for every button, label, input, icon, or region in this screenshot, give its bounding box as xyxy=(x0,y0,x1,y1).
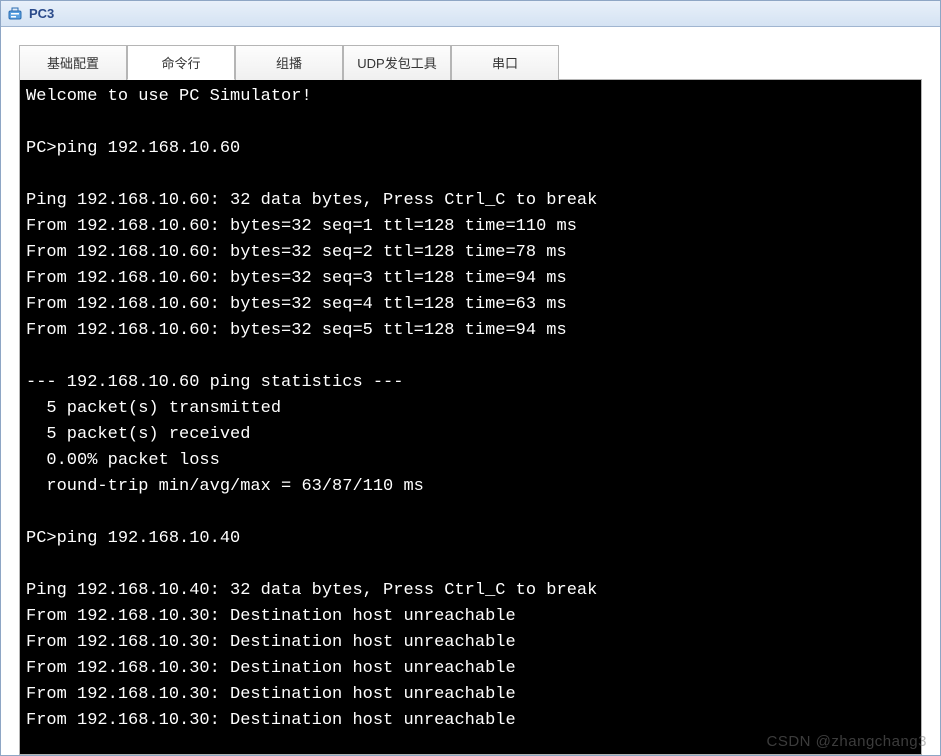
window-title: PC3 xyxy=(29,6,54,21)
tab-basic-config[interactable]: 基础配置 xyxy=(19,45,127,80)
tab-command-line[interactable]: 命令行 xyxy=(127,45,235,80)
terminal-output[interactable]: Welcome to use PC Simulator! PC>ping 192… xyxy=(19,79,922,755)
app-window: PC3 基础配置 命令行 组播 UDP发包工具 串口 Welcome to us… xyxy=(0,0,941,756)
tab-bar: 基础配置 命令行 组播 UDP发包工具 串口 xyxy=(19,45,922,80)
watermark-text: CSDN @zhangchang3 xyxy=(767,733,927,750)
tab-multicast[interactable]: 组播 xyxy=(235,45,343,80)
titlebar[interactable]: PC3 xyxy=(1,1,940,27)
tab-udp-tool[interactable]: UDP发包工具 xyxy=(343,45,451,80)
content-area: 基础配置 命令行 组播 UDP发包工具 串口 Welcome to use PC… xyxy=(1,27,940,755)
app-icon xyxy=(7,6,23,22)
tab-serial[interactable]: 串口 xyxy=(451,45,559,80)
